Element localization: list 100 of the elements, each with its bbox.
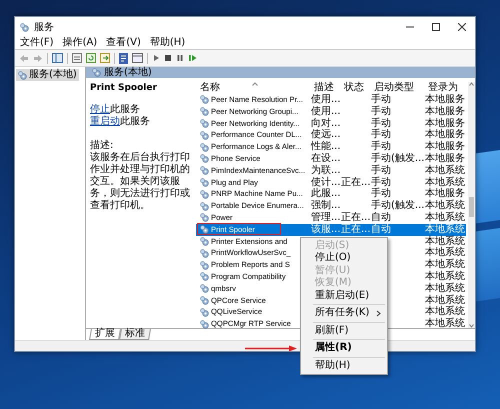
table-cell: 本地系统 — [424, 212, 466, 224]
gear-icon — [200, 202, 209, 211]
table-cell-text: 本地系统 — [424, 282, 466, 294]
gear-icon — [200, 296, 209, 305]
table-cell-text: 使用... — [310, 106, 340, 118]
scroll-thumb[interactable] — [469, 197, 474, 217]
table-cell-text: 使计... — [310, 176, 340, 188]
menu-item[interactable]: 所有任务(K) — [301, 307, 387, 320]
menu-item[interactable]: 刷新(F) — [301, 324, 387, 338]
refresh-icon[interactable] — [86, 53, 96, 63]
table-cell: 本地系统 — [424, 318, 466, 330]
table-cell-text: 为联... — [310, 164, 340, 176]
action-text: 停止此服务 — [90, 104, 141, 116]
table-cell-text: 手动 — [370, 129, 392, 140]
table-cell: 使用... — [310, 94, 340, 106]
scrollbar[interactable] — [468, 82, 475, 328]
column-header[interactable]: 状态 — [340, 82, 370, 94]
menu-item[interactable]: 帮助(H) — [150, 37, 186, 49]
table-cell: 性能... — [310, 141, 340, 153]
table-cell-text: 本地系统 — [424, 236, 466, 247]
table-cell-text: 本地服务 — [424, 152, 466, 164]
gear-icon — [200, 260, 209, 270]
table-cell-text: 在设... — [310, 152, 340, 164]
table-cell-text: 本地服务 — [424, 118, 466, 129]
column-header[interactable]: 登录为 — [424, 82, 466, 94]
gear-icon — [200, 190, 209, 199]
back-arrow-icon[interactable] — [19, 54, 29, 62]
table-cell-text: 手动 — [370, 118, 392, 129]
menu-item[interactable]: 帮助(H) — [301, 360, 387, 372]
tree-item[interactable]: 服务(本地) — [16, 69, 79, 81]
table-cell-text: 本地系统 — [424, 247, 466, 258]
stop-icon[interactable] — [164, 54, 172, 62]
table-cell-text: 正在... — [341, 224, 370, 236]
menu-item[interactable]: 查看(V) — [106, 37, 141, 49]
console-tree-icon[interactable] — [52, 53, 63, 63]
description-label: 描述: — [90, 140, 114, 152]
tab[interactable]: 标准 — [119, 329, 151, 340]
column-header[interactable]: 名称 — [196, 82, 310, 94]
table-cell: 强制... — [310, 200, 340, 212]
scroll-down-icon[interactable] — [469, 324, 474, 328]
description-text: 该服务在后台执行打印作业并处理与打印机的交互。如果关闭该服务，则无法进行打印或查看打印机。 — [90, 152, 191, 212]
action-link[interactable]: 重启动 — [90, 116, 120, 127]
table-cell: 该服... — [310, 224, 340, 236]
window-title: 服务 — [34, 21, 55, 34]
gear-icon — [200, 213, 209, 222]
table-cell-text: 本地系统 — [424, 200, 466, 212]
table-cell: 手动(触发... — [370, 200, 424, 212]
gear-icon — [200, 308, 209, 317]
table-cell-text: 手动 — [370, 94, 392, 106]
menu-item[interactable]: 停止(O) — [301, 252, 387, 265]
table-cell-text: 手动 — [370, 141, 392, 152]
table-cell-text: 此服... — [310, 188, 340, 200]
table-cell-text: 本地服务 — [424, 141, 466, 152]
table-cell-text: 本地服务 — [424, 188, 466, 200]
action-link[interactable]: 停止 — [90, 104, 110, 115]
gear-icon — [200, 130, 209, 140]
menu-item[interactable]: 操作(A) — [62, 37, 98, 49]
table-cell-text: 手动 — [370, 106, 392, 118]
table-cell-text: 手动(触发... — [370, 152, 424, 164]
table-cell-text: 本地系统 — [424, 306, 466, 318]
resume-icon[interactable] — [188, 54, 197, 62]
table-cell-text: 本地系统 — [424, 176, 466, 188]
table-cell-text: 手动 — [370, 164, 392, 176]
table-cell-text: 本地服务 — [424, 129, 466, 140]
table-cell-text: 手动 — [371, 176, 392, 188]
gear-icon — [200, 154, 209, 164]
table-cell-text: 本地服务 — [424, 106, 466, 118]
gear-icon — [200, 272, 209, 282]
table-cell-text: 自动 — [370, 212, 392, 224]
action-text: 重启动此服务 — [90, 116, 151, 128]
table-cell-text: 手动 — [370, 188, 392, 200]
menu-item[interactable]: 文件(F) — [20, 37, 54, 49]
table-cell-text: 自动 — [370, 224, 392, 236]
service-title: Print Spooler — [90, 82, 158, 94]
column-header[interactable]: 启动类型 — [370, 82, 424, 94]
table-cell-text: 本地系统 — [424, 294, 466, 306]
export-icon[interactable] — [100, 53, 110, 63]
forward-arrow-icon[interactable] — [33, 54, 43, 62]
table-cell-text: 正在... — [341, 212, 370, 224]
gear-icon — [200, 178, 209, 187]
gear-icon — [200, 225, 209, 234]
properties-icon[interactable] — [72, 53, 82, 63]
play-icon[interactable] — [152, 54, 160, 62]
table-cell-text: 本地服务 — [424, 94, 466, 106]
tab[interactable]: 扩展 — [89, 329, 121, 340]
table-cell-text: 本地系统 — [424, 224, 466, 236]
pause-icon[interactable] — [176, 54, 184, 62]
menu-item[interactable]: 重新启动(E) — [301, 290, 387, 302]
panel-icon[interactable] — [132, 53, 143, 63]
table-cell-text: 本地系统 — [424, 259, 466, 270]
column-header[interactable]: 描述 — [310, 82, 340, 94]
gear-icon — [200, 166, 209, 176]
table-cell-text: 正在... — [341, 176, 370, 188]
help-book-icon[interactable] — [119, 52, 128, 64]
services-icon — [18, 70, 27, 80]
scroll-up-icon[interactable] — [469, 82, 474, 86]
panel-title: 服务(本地) — [104, 67, 152, 78]
gear-icon — [200, 248, 209, 258]
gear-icon — [200, 95, 209, 104]
table-cell-text: 本地系统 — [424, 164, 466, 176]
